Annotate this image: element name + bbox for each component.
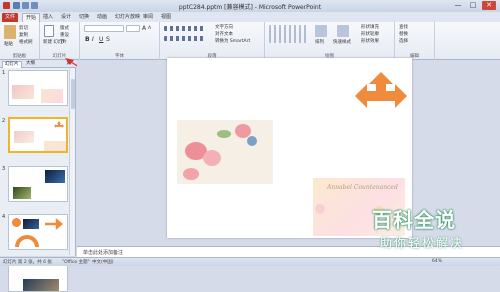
new-slide-icon[interactable] bbox=[44, 25, 54, 37]
tab-insert[interactable]: 插入 bbox=[40, 13, 56, 22]
panel-scrollbar[interactable] bbox=[69, 69, 75, 255]
bold-button[interactable]: B bbox=[85, 36, 90, 43]
photo-image bbox=[23, 219, 39, 229]
card-image bbox=[44, 141, 66, 151]
card-script-text: Annabel Countenanced bbox=[327, 184, 398, 191]
slide-number: 4 bbox=[2, 214, 6, 220]
tab-slides[interactable]: 幻灯片 bbox=[2, 61, 22, 68]
watermark-title: 百科全说 bbox=[372, 208, 456, 232]
slide-number: 2 bbox=[2, 118, 6, 124]
layout-button[interactable]: 版式 bbox=[60, 25, 69, 31]
font-size-select[interactable] bbox=[126, 25, 140, 32]
slide-info: 幻灯片 第 2 张，共 6 张 bbox=[3, 260, 52, 265]
quick-styles-icon[interactable] bbox=[337, 25, 349, 37]
shape-fill-button[interactable]: 形状填充 bbox=[361, 24, 379, 30]
underline-button[interactable]: U bbox=[99, 36, 103, 43]
arc-shape bbox=[15, 235, 39, 247]
clipboard-group: 粘贴 剪切 复制 格式刷 剪贴板 bbox=[0, 22, 40, 60]
align-icons[interactable] bbox=[164, 36, 204, 41]
arrow-shape bbox=[54, 121, 64, 128]
drawing-group: 排列 快速样式 形状填充 形状轮廓 形状效果 绘图 bbox=[265, 22, 395, 60]
window-title: pptC284.pptm [兼容模式] - Microsoft PowerPoi… bbox=[178, 4, 322, 11]
notes-placeholder: 单击此处添加备注 bbox=[83, 250, 124, 256]
grow-font-button[interactable]: A bbox=[142, 25, 146, 32]
floral-image[interactable] bbox=[177, 120, 273, 184]
maximize-button[interactable]: □ bbox=[466, 1, 480, 10]
list-icons[interactable] bbox=[164, 26, 204, 31]
theme-name: "Office 主题" bbox=[62, 260, 90, 265]
tab-home[interactable]: 开始 bbox=[22, 13, 41, 22]
slide-number: 1 bbox=[2, 70, 6, 76]
quick-styles-button[interactable]: 快速样式 bbox=[333, 39, 351, 45]
photo-image bbox=[23, 279, 59, 291]
watermark: 百科全说 助你轻松解决 bbox=[372, 204, 500, 260]
slide-thumbnail-2[interactable] bbox=[8, 117, 68, 153]
tab-animations[interactable]: 动画 bbox=[94, 13, 110, 22]
arrow-shape bbox=[45, 218, 63, 230]
tab-outline[interactable]: 大纲 bbox=[24, 61, 37, 67]
arrange-icon[interactable] bbox=[315, 25, 327, 37]
slide-thumbnail-5[interactable] bbox=[8, 262, 68, 292]
slide-thumbnail-1[interactable] bbox=[8, 70, 68, 106]
shrink-font-button[interactable]: A bbox=[148, 26, 151, 31]
slide-number: 3 bbox=[2, 166, 6, 172]
arrow-shape[interactable] bbox=[355, 72, 407, 116]
tab-file[interactable]: 文件 bbox=[2, 13, 19, 22]
copy-button[interactable]: 复制 bbox=[19, 32, 28, 38]
slide-thumbnail-4[interactable] bbox=[8, 214, 68, 250]
close-button[interactable]: ✕ bbox=[482, 1, 496, 10]
shadow-button[interactable]: S bbox=[106, 36, 110, 43]
text-direction-button[interactable]: 文字方向 bbox=[215, 24, 233, 30]
clipboard-label: 剪贴板 bbox=[12, 54, 27, 59]
slide-thumbnail-3[interactable] bbox=[8, 166, 68, 202]
font-name-select[interactable] bbox=[84, 25, 124, 32]
shape-outline-button[interactable]: 形状轮廓 bbox=[361, 31, 379, 37]
language: 中文(中国) bbox=[92, 260, 114, 265]
paragraph-group: 文字方向 对齐文本 转换为 SmartArt 段落 bbox=[160, 22, 265, 60]
format-painter-button[interactable]: 格式刷 bbox=[19, 39, 33, 45]
paste-button[interactable]: 粘贴 bbox=[4, 41, 13, 47]
italic-button[interactable]: I bbox=[92, 36, 94, 43]
photo-image bbox=[13, 187, 31, 199]
smartart-button[interactable]: 转换为 SmartArt bbox=[215, 38, 250, 44]
section-button[interactable]: 节 bbox=[60, 39, 65, 45]
title-bar: pptC284.pptm [兼容模式] - Microsoft PowerPoi… bbox=[0, 0, 500, 12]
shape-effects-button[interactable]: 形状效果 bbox=[361, 38, 379, 44]
tab-transitions[interactable]: 切换 bbox=[76, 13, 92, 22]
minimize-button[interactable]: — bbox=[451, 1, 465, 10]
ribbon-tab-bar: 文件 开始 插入 设计 切换 动画 幻灯片放映 审阅 视图 bbox=[0, 12, 500, 22]
shapes-gallery[interactable] bbox=[269, 25, 309, 43]
arrange-button[interactable]: 排列 bbox=[315, 39, 324, 45]
align-text-button[interactable]: 对齐文本 bbox=[215, 31, 233, 37]
replace-button[interactable]: 替换 bbox=[399, 31, 408, 37]
find-button[interactable]: 查找 bbox=[399, 24, 408, 30]
tab-design[interactable]: 设计 bbox=[58, 13, 74, 22]
watermark-subtitle: 助你轻松解决 bbox=[380, 236, 465, 250]
tab-review[interactable]: 审阅 bbox=[140, 13, 156, 22]
circle-shape bbox=[12, 218, 21, 227]
select-button[interactable]: 选择 bbox=[399, 38, 408, 44]
editing-group: 查找 替换 选择 编辑 bbox=[395, 22, 435, 60]
floral-image bbox=[14, 131, 34, 143]
photo-image bbox=[45, 170, 65, 183]
paste-icon[interactable] bbox=[4, 25, 16, 39]
reset-button[interactable]: 重设 bbox=[60, 32, 69, 38]
tab-view[interactable]: 视图 bbox=[158, 13, 174, 22]
cut-button[interactable]: 剪切 bbox=[19, 25, 28, 31]
floral-image bbox=[12, 85, 34, 99]
tab-slideshow[interactable]: 幻灯片放映 bbox=[112, 13, 143, 22]
